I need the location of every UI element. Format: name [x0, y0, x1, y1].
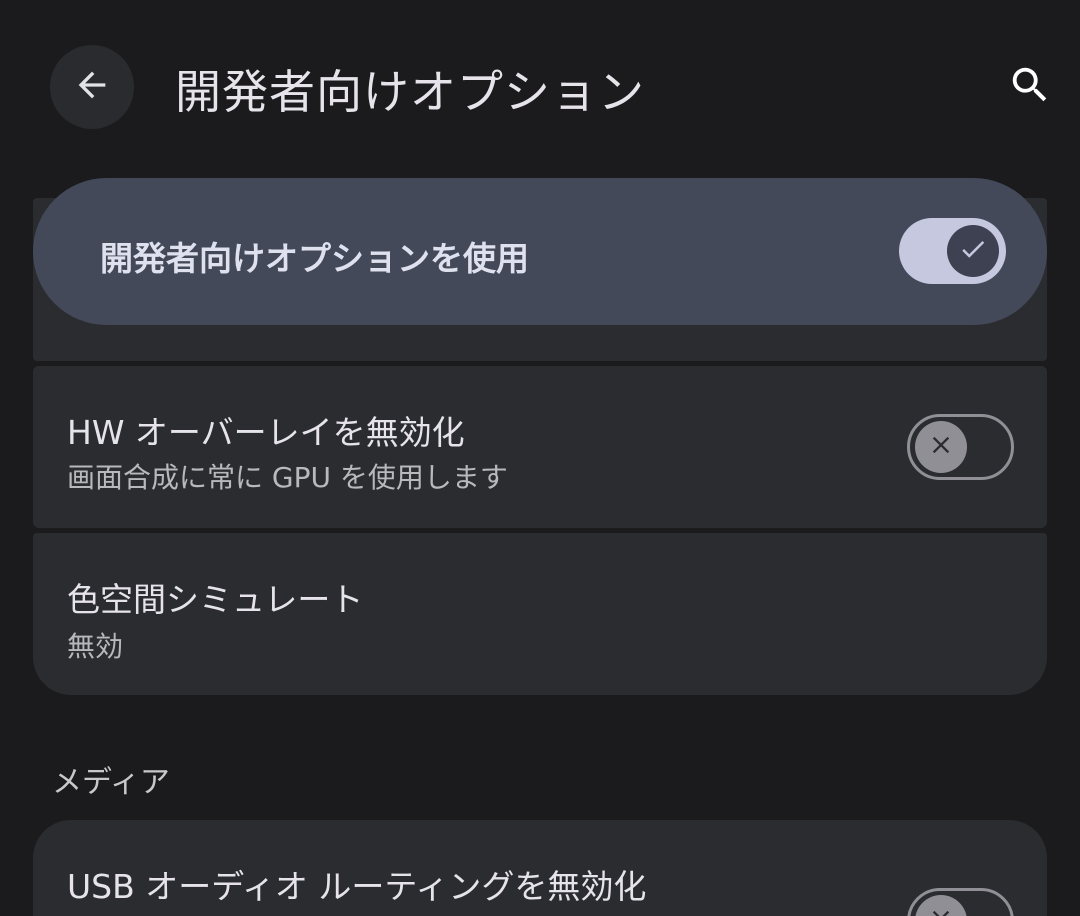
color-space-item[interactable]: 色空間シミュレート 無効	[33, 533, 1047, 695]
toggle-thumb	[915, 421, 967, 473]
hw-overlay-toggle[interactable]	[907, 414, 1014, 480]
search-icon	[1007, 62, 1053, 112]
check-icon	[958, 234, 988, 268]
search-button[interactable]	[1000, 57, 1060, 117]
main-switch-label: 開発者向けオプションを使用	[100, 239, 529, 278]
main-switch-bar[interactable]: 開発者向けオプションを使用	[33, 178, 1047, 325]
developer-options-screen: 開発者向けオプション 開発者向けオプションを使用 HW オーバーレイを無効化 画…	[0, 0, 1080, 916]
toggle-thumb	[947, 225, 999, 277]
close-icon	[927, 431, 955, 463]
page-title: 開発者向けオプション	[175, 65, 645, 119]
media-section-header: メディア	[52, 765, 170, 800]
toggle-thumb	[915, 895, 967, 916]
hw-overlay-summary: 画面合成に常に GPU を使用します	[67, 461, 508, 494]
back-button[interactable]	[50, 45, 134, 129]
color-space-title: 色空間シミュレート	[67, 580, 364, 619]
hw-overlay-item[interactable]: HW オーバーレイを無効化 画面合成に常に GPU を使用します	[33, 366, 1047, 528]
hw-overlay-title: HW オーバーレイを無効化	[67, 413, 465, 452]
arrow-back-icon	[72, 65, 112, 109]
usb-audio-toggle[interactable]	[907, 888, 1014, 916]
close-icon	[927, 905, 955, 916]
usb-audio-item[interactable]: USB オーディオ ルーティングを無効化	[33, 820, 1047, 916]
color-space-summary: 無効	[67, 630, 124, 663]
usb-audio-title: USB オーディオ ルーティングを無効化	[67, 867, 647, 906]
main-switch-toggle[interactable]	[899, 218, 1006, 284]
